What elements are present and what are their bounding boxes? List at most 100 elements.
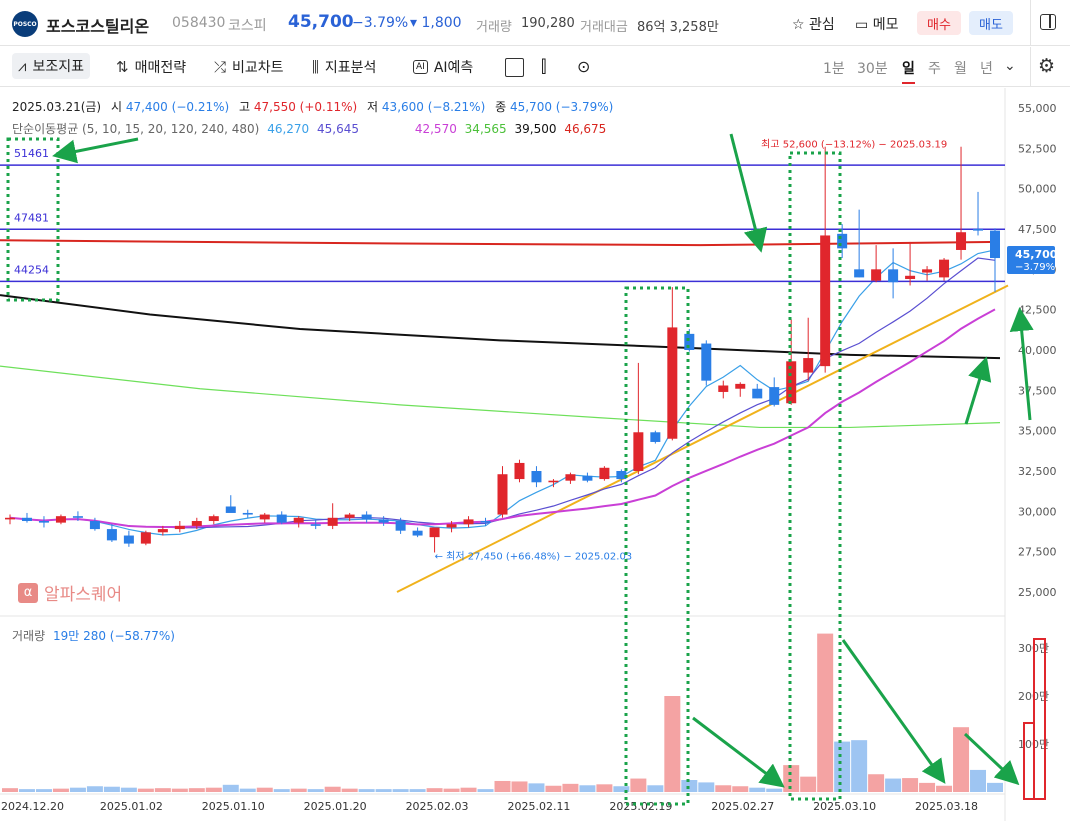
period-1min[interactable]: 1분	[823, 58, 845, 78]
square-icon[interactable]	[505, 58, 524, 77]
candle-body	[89, 521, 100, 530]
ma480-line	[0, 239, 1001, 247]
candle-body	[72, 516, 83, 518]
volume-bar	[834, 741, 851, 792]
annotation-arrow	[964, 356, 992, 425]
volume-bar	[460, 787, 477, 792]
stock-header: POSCO 포스코스틸리온 058430 코스피 45,700 −3.79% ▾…	[0, 0, 1070, 46]
period-day[interactable]: 일	[902, 58, 915, 84]
period-30min[interactable]: 30분	[857, 58, 888, 78]
ai-button[interactable]: AI AI예측	[413, 57, 473, 77]
annotation-arrow	[1009, 307, 1034, 421]
compare-button[interactable]: ⤮ 비교차트	[214, 57, 284, 77]
price-chart[interactable]: 55,00052,50050,00047,50045,00042,50040,0…	[0, 88, 1070, 821]
candle-body	[140, 532, 151, 544]
date-tick-label: 2025.01.20	[304, 800, 367, 813]
candle-body	[854, 269, 865, 278]
sort-arrows-icon: ⇅	[116, 58, 129, 76]
sell-button[interactable]: 매도	[969, 11, 1013, 35]
candle-body	[803, 358, 814, 373]
volume-bar	[851, 740, 868, 792]
candle-body	[973, 229, 984, 231]
chevron-down-icon[interactable]: ⌄	[1004, 58, 1016, 74]
candle-type-icon[interactable]: ⫿	[541, 57, 546, 77]
candle-body	[344, 514, 355, 518]
gear-icon[interactable]: ⚙	[1038, 55, 1055, 77]
price-tick-label: 25,000	[1018, 586, 1057, 599]
volume-bar	[919, 782, 936, 792]
volume-bar	[358, 789, 375, 792]
volume-bar	[18, 789, 35, 792]
candle-body	[293, 517, 304, 523]
candle-body	[650, 432, 661, 442]
price-tick-label: 52,500	[1018, 142, 1057, 155]
indicator-icon: ⩘	[18, 57, 27, 75]
memo-button[interactable]: ▭ 메모	[855, 14, 898, 34]
volume-bar	[596, 784, 613, 792]
period-month[interactable]: 월	[954, 58, 967, 78]
change-percent: −3.79%	[352, 15, 409, 31]
volume-bar	[188, 788, 205, 792]
period-year[interactable]: 년	[980, 58, 993, 78]
candle-body	[429, 527, 440, 538]
candle-body	[55, 516, 66, 523]
candle-body	[157, 529, 168, 533]
candle-body	[922, 269, 933, 273]
watch-button[interactable]: ☆ 관심	[792, 14, 835, 34]
candle-body	[735, 383, 746, 389]
volume-bar	[936, 785, 953, 792]
volume-bar	[987, 782, 1003, 792]
candle-body	[701, 343, 712, 381]
volume-bar	[868, 774, 885, 792]
volume-bar	[511, 781, 528, 792]
candle-body	[752, 388, 763, 399]
strategy-button[interactable]: ⇅ 매매전략	[116, 57, 186, 77]
star-icon: ☆	[792, 17, 805, 33]
indicator-label: 보조지표	[32, 59, 84, 75]
candle-body	[463, 519, 474, 525]
volume-bar	[256, 787, 273, 792]
current-price: 45,700	[288, 12, 354, 32]
camera-icon[interactable]: ⊙	[577, 57, 590, 76]
hline-label: 47481	[14, 211, 49, 224]
price-tick-label: 42,500	[1018, 304, 1057, 317]
volume-bar	[732, 786, 749, 792]
analysis-button[interactable]: ⫼ 지표분석	[312, 57, 376, 77]
panel-toggle-icon[interactable]	[1040, 14, 1056, 30]
volume-bar	[409, 789, 426, 792]
volume-bar	[69, 787, 86, 792]
candle-body	[769, 387, 780, 405]
volume-bar	[426, 788, 443, 792]
price-tick-label: 27,500	[1018, 546, 1057, 559]
header-divider	[1030, 0, 1031, 46]
candle-body	[871, 269, 882, 281]
volume-bar	[817, 633, 834, 792]
volume-bar	[324, 786, 341, 792]
annotation-arrow	[692, 716, 785, 788]
candle-body	[276, 514, 287, 523]
candle-body	[667, 327, 678, 439]
candle-body	[888, 269, 899, 283]
volume-bar	[52, 788, 69, 792]
period-week[interactable]: 주	[928, 58, 941, 78]
buy-button[interactable]: 매수	[917, 11, 961, 35]
volume-bar	[239, 788, 256, 792]
candle-body	[565, 474, 576, 481]
trend-line	[396, 284, 1009, 593]
volume-bar	[902, 778, 919, 792]
price-tick-label: 30,000	[1018, 505, 1057, 518]
indicator-button[interactable]: ⩘ 보조지표	[12, 53, 90, 79]
price-tick-label: 35,000	[1018, 425, 1057, 438]
ma240-line	[0, 294, 1001, 360]
date-tick-label: 2025.02.03	[406, 800, 469, 813]
ai-chip-icon: AI	[413, 60, 428, 74]
volume-bar	[528, 783, 545, 792]
volume-bar	[749, 787, 766, 792]
watch-label: 관심	[809, 17, 835, 33]
volume-label: 거래량	[476, 20, 512, 35]
candle-body	[514, 462, 525, 480]
market-label: 코스피	[228, 18, 267, 34]
price-tick-label: 37,500	[1018, 384, 1057, 397]
candle-body	[242, 512, 253, 515]
memo-icon: ▭	[855, 17, 869, 33]
